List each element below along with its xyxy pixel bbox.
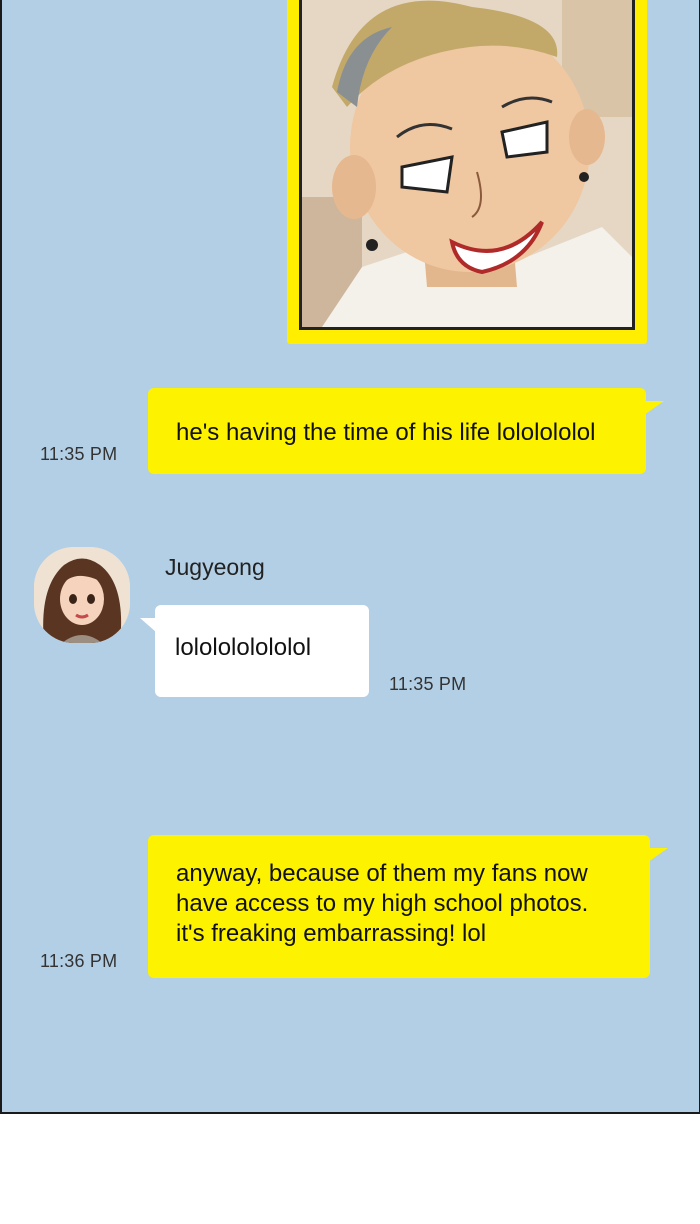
message-bubble-mine[interactable]: anyway, because of them my fans now have… [148,835,650,978]
avatar-icon [34,547,130,643]
message-time: 11:35 PM [389,674,467,694]
chat-panel: he's having the time of his life lololol… [0,0,700,1114]
message-text-line: anyway, because of them my fans now [176,860,588,887]
message-bubble-theirs[interactable]: lololololololol [155,605,369,697]
shared-photo-illustration [302,0,632,327]
avatar[interactable] [34,547,130,643]
message-time: 11:36 PM [40,951,118,971]
message-text: he's having the time of his life lololol… [176,419,596,446]
bubble-tail [648,848,668,862]
sender-name: Jugyeong [165,554,265,580]
message-text-line: have access to my high school photos. [176,890,589,917]
message-time: 11:35 PM [40,444,118,464]
bubble-tail [644,401,664,415]
message-text-line: it's freaking embarrassing! lol [176,920,487,947]
message-text: lololololololol [175,634,312,661]
shared-photo-bubble[interactable] [287,0,647,344]
shared-photo[interactable] [299,0,635,330]
bubble-tail [140,618,156,632]
message-bubble-mine[interactable]: he's having the time of his life lololol… [148,388,646,474]
